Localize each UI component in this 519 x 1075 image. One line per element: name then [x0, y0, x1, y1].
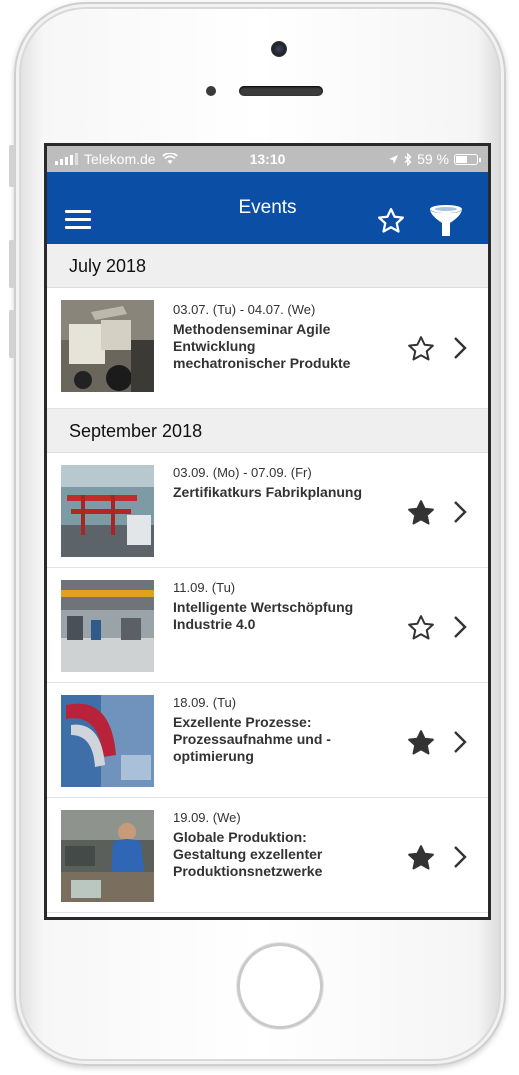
- event-thumbnail: [61, 580, 154, 672]
- phone-screen: Telekom.de 13:10 59 % Events July 2018 0…: [47, 146, 488, 917]
- event-thumbnail: [61, 695, 154, 787]
- star-outline-icon[interactable]: [406, 613, 436, 643]
- event-row[interactable]: 03.09. (Mo) - 07.09. (Fr) Zertifikatkurs…: [47, 453, 488, 568]
- event-thumbnail: [61, 300, 154, 392]
- mute-switch: [9, 145, 15, 187]
- event-date: 03.07. (Tu) - 04.07. (We): [173, 302, 316, 317]
- section-header: September 2018: [47, 409, 488, 453]
- event-row[interactable]: 03.07. (Tu) - 04.07. (We) Methodensemina…: [47, 288, 488, 409]
- event-title: Globale Produktion: Gestaltung exzellent…: [173, 829, 323, 879]
- event-row[interactable]: 19.09. (We) Globale Produktion: Gestaltu…: [47, 798, 488, 913]
- star-filled-icon[interactable]: [406, 728, 436, 758]
- event-thumbnail: [61, 465, 154, 557]
- app-header: Events: [47, 172, 488, 244]
- chevron-right-icon[interactable]: [452, 729, 468, 755]
- event-thumbnail: [61, 810, 154, 902]
- volume-down-button: [9, 310, 15, 358]
- event-row[interactable]: 11.09. (Tu) Intelligente Wertschöpfung I…: [47, 568, 488, 683]
- home-button[interactable]: [237, 943, 323, 1029]
- section-header: July 2018: [47, 244, 488, 288]
- chevron-right-icon[interactable]: [452, 499, 468, 525]
- event-date: 03.09. (Mo) - 07.09. (Fr): [173, 465, 312, 480]
- filter-funnel-icon[interactable]: [428, 203, 464, 239]
- earpiece-speaker: [239, 86, 323, 96]
- front-camera: [271, 41, 287, 57]
- proximity-sensor: [206, 86, 216, 96]
- favorites-star-icon[interactable]: [376, 206, 406, 236]
- chevron-right-icon[interactable]: [452, 335, 468, 361]
- event-list: July 2018 03.07. (Tu) - 04.07. (We) Meth…: [47, 244, 488, 913]
- star-filled-icon[interactable]: [406, 843, 436, 873]
- event-date: 19.09. (We): [173, 810, 241, 825]
- event-title: Intelligente Wertschöpfung Industrie 4.0: [173, 599, 354, 632]
- star-outline-icon[interactable]: [406, 334, 436, 364]
- star-filled-icon[interactable]: [406, 498, 436, 528]
- event-title: Zertifikatkurs Fabrikplanung: [173, 484, 363, 500]
- event-title: Exzellente Prozesse: Prozessaufnahme und…: [173, 714, 331, 764]
- chevron-right-icon[interactable]: [452, 614, 468, 640]
- chevron-right-icon[interactable]: [452, 844, 468, 870]
- event-title: Methodenseminar Agile Entwicklung mechat…: [173, 321, 351, 371]
- volume-up-button: [9, 240, 15, 288]
- event-date: 11.09. (Tu): [173, 580, 236, 595]
- event-row[interactable]: 18.09. (Tu) Exzellente Prozesse: Prozess…: [47, 683, 488, 798]
- event-date: 18.09. (Tu): [173, 695, 237, 710]
- page-title: Events: [238, 197, 297, 218]
